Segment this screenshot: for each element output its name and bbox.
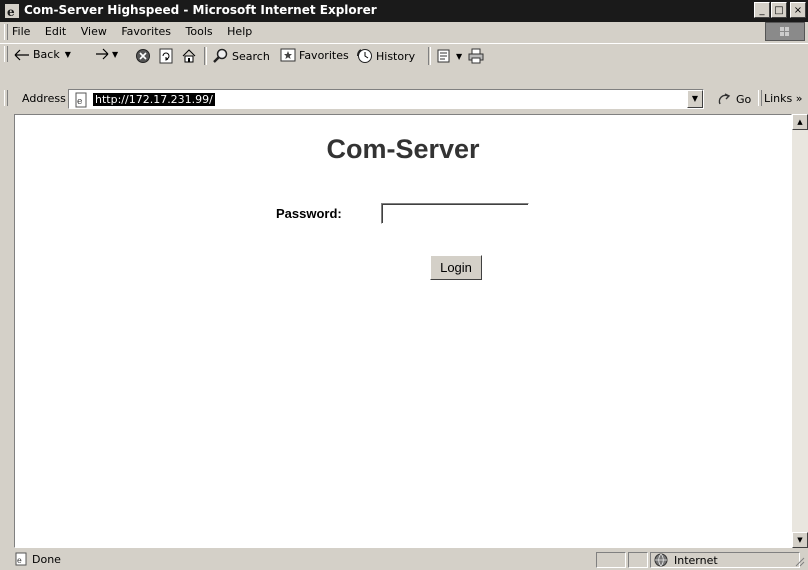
password-input[interactable] (381, 203, 529, 224)
status-panel-progress (596, 552, 626, 568)
back-dropdown-icon[interactable]: ▼ (65, 50, 71, 59)
menu-view[interactable]: View (81, 25, 107, 38)
svg-text:e: e (77, 97, 82, 107)
back-label: Back (33, 48, 60, 61)
back-arrow-icon (14, 49, 29, 60)
favorites-button[interactable]: Favorites (280, 48, 349, 62)
page-icon: e (75, 92, 87, 108)
browser-window: e Com-Server Highspeed - Microsoft Inter… (0, 0, 808, 570)
address-label: Address (22, 92, 66, 105)
windows-flag-icon (780, 27, 789, 36)
go-label: Go (736, 92, 752, 106)
internet-explorer-icon: e (5, 4, 19, 19)
history-button[interactable]: History (357, 48, 415, 64)
menu-favorites[interactable]: Favorites (121, 25, 171, 38)
page-title: Com-Server (326, 134, 480, 164)
svg-text:e: e (17, 556, 22, 565)
scroll-up-icon[interactable]: ▲ (792, 114, 808, 130)
status-message: e Done (14, 552, 61, 566)
page-content: Com-Server Password: Login (14, 114, 792, 548)
minimize-button[interactable]: _ (754, 2, 770, 18)
home-icon (182, 49, 196, 63)
links-grip[interactable] (758, 90, 762, 106)
toolbar-separator (428, 47, 431, 65)
page-done-icon: e (15, 552, 27, 566)
forward-button[interactable]: ▼ (95, 48, 118, 60)
refresh-button[interactable] (158, 48, 177, 64)
window-title: Com-Server Highspeed - Microsoft Interne… (24, 3, 377, 17)
status-text: Done (32, 552, 61, 566)
go-button[interactable]: Go (718, 92, 751, 106)
menu-help[interactable]: Help (227, 25, 252, 38)
title-bar[interactable]: e Com-Server Highspeed - Microsoft Inter… (0, 0, 808, 22)
scroll-down-icon[interactable]: ▼ (792, 532, 808, 548)
address-dropdown-icon[interactable]: ▼ (687, 90, 703, 108)
refresh-icon (159, 48, 173, 64)
zone-label: Internet (674, 553, 718, 567)
favorites-icon (280, 48, 296, 62)
mail-icon (437, 49, 450, 63)
forward-dropdown-icon[interactable]: ▼ (112, 50, 118, 59)
stop-button[interactable] (135, 48, 154, 64)
forward-arrow-icon (96, 48, 109, 60)
favorites-label: Favorites (299, 48, 349, 62)
addressbar-grip[interactable] (4, 90, 8, 106)
print-button[interactable] (468, 48, 487, 64)
search-button[interactable]: Search (213, 48, 270, 64)
status-bar: e Done Internet (0, 550, 808, 570)
menu-edit[interactable]: Edit (45, 25, 66, 38)
mail-dropdown-icon[interactable]: ▼ (456, 52, 462, 61)
menu-bar: File Edit View Favorites Tools Help (0, 22, 808, 42)
address-input[interactable]: e http://172.17.231.99/ ▼ (68, 89, 704, 109)
toolbar-separator (204, 47, 207, 65)
maximize-button[interactable]: □ (771, 2, 787, 18)
history-label: History (376, 49, 416, 63)
search-icon (213, 48, 228, 63)
links-button[interactable]: Links » (764, 92, 802, 105)
resize-grip-icon[interactable] (793, 555, 805, 567)
vertical-scrollbar[interactable]: ▲ ▼ (792, 114, 808, 548)
menu-file[interactable]: File (12, 25, 30, 38)
menubar-grip[interactable] (4, 24, 8, 40)
print-icon (468, 48, 484, 64)
back-button[interactable]: Back ▼ (14, 48, 71, 61)
standard-toolbar: Back ▼ ▼ Search Favorites History ▼ (0, 43, 808, 68)
toolbar-grip[interactable] (4, 46, 8, 62)
stop-icon (136, 49, 150, 63)
svg-text:e: e (7, 5, 15, 19)
login-button[interactable]: Login (430, 255, 482, 280)
address-url: http://172.17.231.99/ (93, 93, 215, 106)
home-button[interactable] (181, 48, 200, 64)
mail-button[interactable]: ▼ (437, 48, 462, 64)
security-zone: Internet (654, 553, 718, 567)
globe-icon (654, 553, 668, 567)
menu-items: File Edit View Favorites Tools Help (12, 25, 263, 38)
caption-buttons: _ □ × (753, 2, 806, 18)
password-label: Password: (276, 206, 342, 221)
history-icon (357, 49, 372, 63)
go-arrow-icon (718, 93, 731, 105)
menu-tools[interactable]: Tools (186, 25, 213, 38)
search-label: Search (232, 49, 270, 63)
address-bar: Address e http://172.17.231.99/ ▼ Go Lin… (0, 88, 808, 110)
status-panel-security (628, 552, 648, 568)
close-button[interactable]: × (790, 2, 806, 18)
windows-logo-throbber (765, 22, 805, 41)
